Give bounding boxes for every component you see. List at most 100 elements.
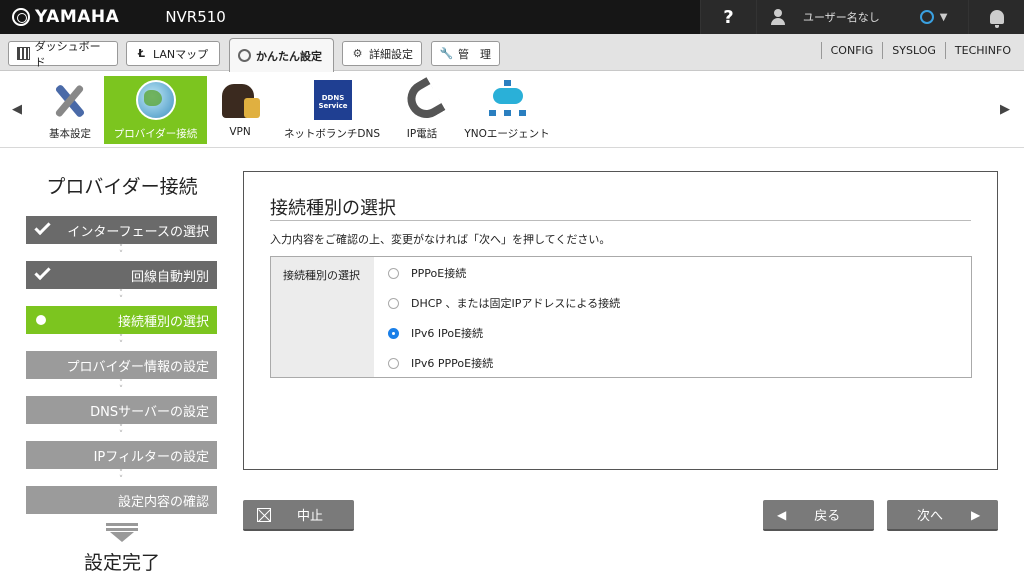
dashboard-icon	[17, 47, 30, 60]
gear-icon: ⚙	[352, 47, 363, 60]
checkmark-icon	[34, 263, 51, 281]
panel-title: 接続種別の選択	[270, 198, 396, 219]
option-ipv6-ipoe[interactable]: IPv6 IPoE接続	[388, 325, 483, 341]
main-menu: ダッシュボード Ł LANマップ かんたん設定 ⚙ 詳細設定 🔧 管 理 CON…	[0, 34, 1024, 72]
close-icon	[257, 507, 271, 522]
panel-description: 入力内容をご確認の上、変更がなければ「次へ」を押してください。	[270, 233, 611, 246]
vpn-lock-icon	[218, 80, 262, 120]
cancel-button[interactable]: 中止	[243, 500, 354, 531]
ddns-icon: DDNS Service	[310, 80, 354, 120]
scroll-left-arrow-icon[interactable]: ◀	[12, 102, 22, 117]
help-icon: ?	[723, 6, 734, 28]
toolbar-label: VPN	[229, 126, 251, 138]
cancel-label: 中止	[297, 509, 324, 524]
tab-easy-setup[interactable]: かんたん設定	[229, 38, 334, 72]
syslog-link[interactable]: SYSLOG	[882, 42, 945, 59]
wizard-step-confirm: 設定内容の確認	[26, 486, 217, 514]
option-pppoe[interactable]: PPPoE接続	[388, 265, 466, 281]
scroll-right-arrow-icon[interactable]: ▶	[1000, 102, 1010, 117]
brand-name: YAMAHA	[35, 7, 120, 27]
arrow-left-icon: ◀	[777, 507, 787, 522]
tab-label: かんたん設定	[256, 49, 322, 63]
toolbar-item-ddns[interactable]: DDNS Service ネットボランチDNS	[278, 76, 386, 144]
option-label: DHCP 、または固定IPアドレスによる接続	[411, 297, 621, 310]
toolbar-item-provider[interactable]: プロバイダー接続	[104, 76, 207, 144]
toolbar-item-basic[interactable]: 基本設定	[40, 76, 100, 144]
connection-type-options: PPPoE接続 DHCP 、または固定IPアドレスによる接続 IPv6 IPoE…	[374, 257, 971, 377]
toolbar-label: YNOエージェント	[464, 128, 550, 140]
arrow-down-icon	[106, 523, 138, 543]
option-label: IPv6 IPoE接続	[411, 327, 484, 340]
toolbar-label: IP電話	[406, 128, 438, 140]
yamaha-logo: YAMAHA	[12, 7, 119, 27]
key-icon	[238, 49, 251, 62]
function-toolbar: ◀ 基本設定 プロバイダー接続 VPN DDNS Service ネットボランチ…	[0, 72, 1024, 148]
tab-management[interactable]: 🔧 管 理	[431, 41, 500, 66]
current-dot-icon	[36, 315, 46, 325]
lan-map-icon: Ł	[137, 47, 146, 60]
tab-dashboard[interactable]: ダッシュボード	[8, 40, 118, 69]
toolbar-label: 基本設定	[49, 128, 91, 140]
title-divider	[270, 220, 971, 221]
help-button[interactable]: ?	[700, 0, 756, 34]
wizard-step-interface: インターフェースの選択	[26, 216, 217, 244]
globe-icon	[134, 80, 178, 120]
chevron-down-icon: ˅ ˅	[118, 424, 124, 440]
toolbar-item-vpn[interactable]: VPN	[214, 76, 266, 144]
next-label: 次へ	[917, 509, 944, 524]
chevron-down-icon: ˅ ˅	[118, 244, 124, 260]
status-ring-icon	[919, 10, 934, 24]
tab-label: 管 理	[458, 47, 491, 61]
step-label: インターフェースの選択	[67, 224, 209, 240]
radio-button[interactable]	[388, 357, 399, 369]
step-label: 回線自動判別	[130, 269, 209, 285]
wizard-step-line-detect: 回線自動判別	[26, 261, 217, 289]
toolbar-item-ip-phone[interactable]: IP電話	[398, 76, 446, 144]
chevron-down-icon: ˅ ˅	[118, 379, 124, 395]
option-ipv6-pppoe[interactable]: IPv6 PPPoE接続	[388, 355, 493, 371]
user-icon	[771, 9, 785, 25]
toolbar-item-yno-agent[interactable]: YNOエージェント	[460, 76, 554, 144]
config-link[interactable]: CONFIG	[820, 42, 883, 59]
wizard-final-step: 設定完了	[83, 552, 160, 574]
step-label: プロバイダー情報の設定	[66, 359, 209, 375]
wizard-step-provider-info: プロバイダー情報の設定	[26, 351, 217, 379]
yamaha-emblem-icon	[12, 8, 30, 26]
chevron-down-icon: ˅ ˅	[118, 469, 124, 485]
wizard-step-connection-type: 接続種別の選択	[26, 306, 217, 334]
connection-type-field: 接続種別の選択 PPPoE接続 DHCP 、または固定IPアドレスによる接続 I…	[270, 256, 972, 378]
tools-icon	[48, 80, 92, 120]
user-name: ユーザー名なし	[803, 11, 880, 24]
option-dhcp-static[interactable]: DHCP 、または固定IPアドレスによる接続	[388, 295, 620, 311]
option-label: PPPoE接続	[411, 267, 467, 280]
tab-label: ダッシュボード	[34, 39, 101, 69]
connection-type-panel: 接続種別の選択 入力内容をご確認の上、変更がなければ「次へ」を押してください。 …	[243, 171, 998, 470]
tab-label: LANマップ	[153, 47, 209, 61]
techinfo-link[interactable]: TECHINFO	[944, 42, 1020, 59]
wrench-icon: 🔧	[439, 47, 454, 60]
tab-lan-map[interactable]: Ł LANマップ	[126, 41, 220, 66]
bell-icon	[989, 10, 1004, 28]
chevron-down-icon: ▼	[939, 11, 948, 23]
back-button[interactable]: ◀ 戻る	[763, 500, 874, 531]
phone-icon	[400, 77, 446, 125]
ddns-icon-text: DDNS Service	[318, 94, 348, 110]
user-menu[interactable]: ユーザー名なし ▼	[756, 0, 968, 34]
toolbar-label: ネットボランチDNS	[283, 128, 381, 140]
network-icon	[485, 80, 529, 120]
radio-button-selected[interactable]	[388, 327, 399, 339]
step-label: DNSサーバーの設定	[90, 404, 209, 420]
option-label: IPv6 PPPoE接続	[411, 357, 494, 370]
top-bar: YAMAHA NVR510 ? ユーザー名なし ▼	[0, 0, 1024, 34]
radio-button[interactable]	[388, 267, 399, 279]
radio-button[interactable]	[388, 297, 399, 309]
tab-label: 詳細設定	[369, 47, 413, 61]
tab-advanced-setup[interactable]: ⚙ 詳細設定	[342, 41, 422, 66]
chevron-down-icon: ˅ ˅	[118, 334, 124, 350]
arrow-right-icon: ▶	[971, 507, 981, 522]
back-label: 戻る	[814, 509, 841, 524]
notification-button[interactable]	[968, 0, 1024, 34]
step-label: IPフィルターの設定	[93, 449, 209, 465]
next-button[interactable]: 次へ ▶	[887, 500, 998, 531]
wizard-step-dns: DNSサーバーの設定	[26, 396, 217, 424]
